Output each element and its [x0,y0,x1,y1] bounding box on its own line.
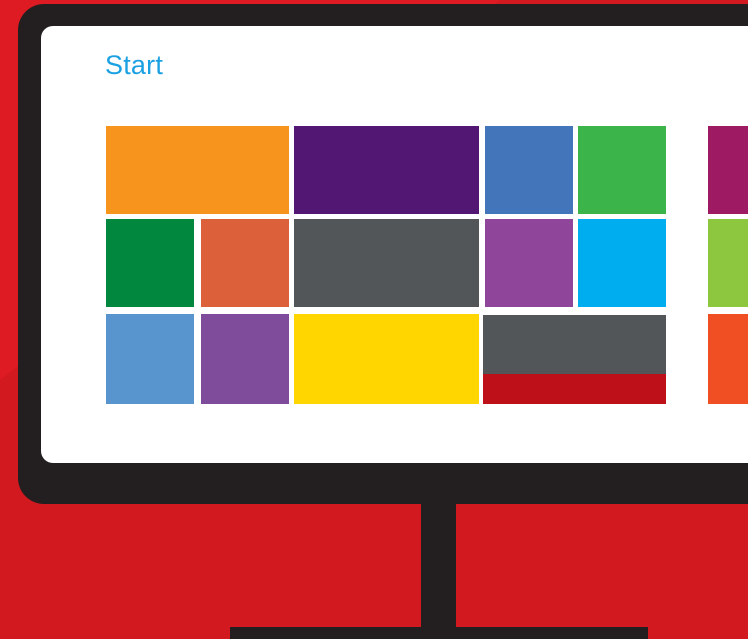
start-screen: Start [41,26,748,463]
tile-red-orange-partial[interactable] [708,314,748,404]
tile-lavender[interactable] [201,314,289,404]
tile-accent-strip [483,374,666,404]
tile-magenta-partial[interactable] [708,126,748,214]
tile-gray-wide[interactable] [294,219,479,307]
tile-yellow-wide[interactable] [294,314,479,404]
tile-dark-green[interactable] [106,219,194,307]
tile-purple-wide[interactable] [294,126,479,214]
page-title: Start [105,50,164,80]
tile-violet[interactable] [485,219,573,307]
tile-blue[interactable] [485,126,573,214]
tile-coral[interactable] [201,219,289,307]
monitor-stand-neck [421,500,456,630]
tile-gray-red-wide[interactable] [483,315,666,404]
tile-lime-partial[interactable] [708,219,748,307]
tile-green[interactable] [578,126,666,214]
tile-cyan[interactable] [578,219,666,307]
monitor: Start [18,4,748,504]
tile-orange-wide[interactable] [106,126,289,214]
tile-light-blue[interactable] [106,314,194,404]
monitor-stand-base [230,627,648,639]
